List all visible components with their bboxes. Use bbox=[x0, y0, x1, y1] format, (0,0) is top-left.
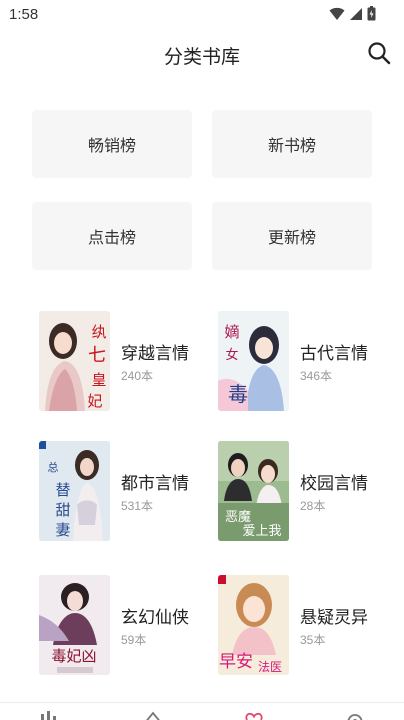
svg-text:七: 七 bbox=[88, 345, 106, 366]
category-book-count: 28本 bbox=[300, 499, 326, 513]
svg-text:嫡: 嫡 bbox=[224, 323, 239, 341]
battery-icon bbox=[367, 6, 376, 25]
nav-item-category[interactable] bbox=[243, 709, 265, 720]
wifi-icon bbox=[329, 6, 345, 25]
page-title: 分类书库 bbox=[163, 46, 240, 68]
category-item-dushi[interactable]: 总 替 甜 妻 都市言情 531本 bbox=[39, 441, 209, 541]
bookshelf-icon bbox=[38, 709, 60, 720]
category-item-chuanyue[interactable]: 纨 七 皇 妃 穿越言情 240本 bbox=[39, 311, 209, 411]
profile-icon bbox=[344, 709, 366, 720]
category-book-count: 346本 bbox=[300, 369, 333, 383]
category-book-count: 531本 bbox=[121, 499, 154, 513]
svg-text:甜: 甜 bbox=[55, 501, 70, 519]
search-icon bbox=[367, 41, 391, 69]
svg-text:法医: 法医 bbox=[258, 660, 282, 674]
svg-text:早安: 早安 bbox=[219, 652, 253, 672]
category-item-xuanhuan[interactable]: 毒妃凶 玄幻仙侠 59本 bbox=[39, 575, 209, 675]
category-name: 校园言情 bbox=[300, 474, 368, 494]
category-item-xiaoyuan[interactable]: 恶魔 爱上我 校园言情 28本 bbox=[218, 441, 388, 541]
category-cover-image: 总 替 甜 妻 bbox=[39, 441, 110, 541]
ranking-bestseller-button[interactable]: 畅销榜 bbox=[32, 110, 192, 178]
svg-text:纨: 纨 bbox=[91, 323, 106, 341]
bottom-nav bbox=[0, 702, 404, 720]
svg-text:爱上我: 爱上我 bbox=[242, 524, 281, 539]
ranking-new-books-button[interactable]: 新书榜 bbox=[212, 110, 372, 178]
nav-item-profile[interactable] bbox=[344, 709, 366, 720]
search-button[interactable] bbox=[364, 40, 394, 70]
category-cover-image: 毒妃凶 bbox=[39, 575, 110, 675]
svg-text:皇: 皇 bbox=[91, 371, 106, 389]
category-name: 穿越言情 bbox=[121, 344, 189, 364]
category-name: 悬疑灵异 bbox=[300, 608, 368, 628]
status-icons bbox=[329, 6, 376, 25]
category-name: 都市言情 bbox=[121, 474, 189, 494]
ranking-clicks-button[interactable]: 点击榜 bbox=[32, 202, 192, 270]
category-cover-image: 早安 法医 bbox=[218, 575, 289, 675]
svg-text:妻: 妻 bbox=[55, 521, 70, 539]
heart-icon bbox=[243, 709, 265, 720]
category-name: 玄幻仙侠 bbox=[121, 608, 189, 628]
category-cover-image: 纨 七 皇 妃 bbox=[39, 311, 110, 411]
svg-text:毒: 毒 bbox=[228, 382, 248, 406]
category-book-count: 240本 bbox=[121, 369, 154, 383]
ranking-updates-button[interactable]: 更新榜 bbox=[212, 202, 372, 270]
category-item-xuanyi[interactable]: 早安 法医 悬疑灵异 35本 bbox=[218, 575, 388, 675]
category-cover-image: 嫡 女 毒 bbox=[218, 311, 289, 411]
status-bar: 1:58 bbox=[0, 0, 404, 30]
category-book-count: 35本 bbox=[300, 633, 326, 647]
category-item-gudai[interactable]: 嫡 女 毒 古代言情 346本 bbox=[218, 311, 388, 411]
store-icon bbox=[142, 709, 164, 720]
header: 分类书库 bbox=[0, 30, 404, 80]
nav-item-bookshelf[interactable] bbox=[38, 709, 60, 720]
svg-text:替: 替 bbox=[55, 481, 70, 499]
nav-item-store[interactable] bbox=[142, 709, 164, 720]
svg-text:女: 女 bbox=[225, 347, 238, 363]
svg-text:毒妃凶: 毒妃凶 bbox=[51, 647, 96, 665]
category-cover-image: 恶魔 爱上我 bbox=[218, 441, 289, 541]
category-book-count: 59本 bbox=[121, 633, 147, 647]
status-time: 1:58 bbox=[9, 6, 39, 23]
svg-text:总: 总 bbox=[48, 460, 59, 474]
cell-signal-icon bbox=[349, 6, 363, 25]
svg-text:恶魔: 恶魔 bbox=[225, 510, 251, 525]
svg-text:妃: 妃 bbox=[87, 392, 102, 410]
category-name: 古代言情 bbox=[300, 344, 368, 364]
